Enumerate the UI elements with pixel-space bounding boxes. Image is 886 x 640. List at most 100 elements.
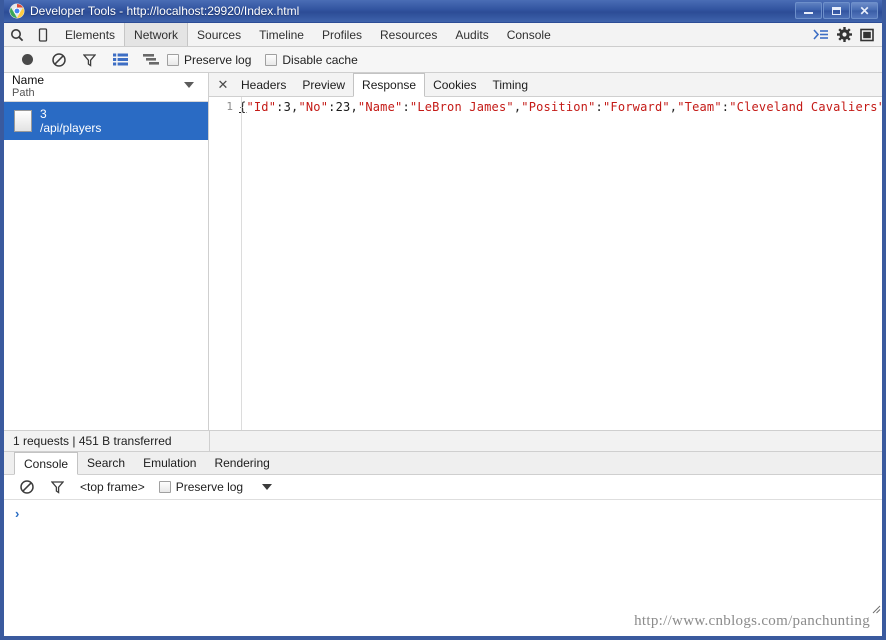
preserve-log-checkbox[interactable] <box>167 53 179 66</box>
close-button[interactable]: ✕ <box>851 2 878 19</box>
search-icon[interactable] <box>4 23 30 46</box>
tab-audits[interactable]: Audits <box>446 23 497 46</box>
disable-cache-checkbox[interactable] <box>265 53 278 66</box>
column-header-path: Path <box>12 87 35 99</box>
json-token: "Position" <box>521 100 596 114</box>
caret-down-icon[interactable] <box>262 484 272 490</box>
console-prompt-row[interactable]: › <box>4 504 882 522</box>
request-list: 3 /api/players <box>4 102 208 430</box>
tab-sources[interactable]: Sources <box>188 23 250 46</box>
tab-label: Timing <box>492 77 529 92</box>
tab-label: Headers <box>241 77 287 92</box>
request-list-header[interactable]: Name Path <box>4 73 208 102</box>
tab-label: Response <box>362 78 417 92</box>
tab-label: Timeline <box>259 27 304 42</box>
tab-label: Profiles <box>321 27 362 42</box>
tab-label: Preview <box>302 77 346 92</box>
tab-network[interactable]: Network <box>124 23 189 46</box>
tab-resources[interactable]: Resources <box>371 23 446 46</box>
json-token: 3 <box>283 100 292 114</box>
console-toolbar: <top frame> Preserve log <box>4 475 882 500</box>
tab-console[interactable]: Console <box>498 23 560 46</box>
tab-cookies[interactable]: Cookies <box>425 73 484 96</box>
json-token: "LeBron James" <box>409 100 514 114</box>
network-toolbar: Preserve log Disable cache <box>4 47 882 73</box>
request-name: 3 <box>40 107 47 121</box>
status-divider <box>209 430 210 452</box>
network-status-wrap: 1 requests | 451 B transferred <box>4 430 882 452</box>
devtools-tab-strip: Elements Network Sources Timeline Profil… <box>4 23 882 47</box>
maximize-button[interactable] <box>823 2 850 19</box>
close-detail-icon[interactable]: ✕ <box>213 73 233 96</box>
response-body-view[interactable]: 1 {"Id":3,"No":23,"Name":"LeBron James",… <box>209 97 882 430</box>
tab-timeline[interactable]: Timeline <box>250 23 313 46</box>
tab-headers[interactable]: Headers <box>233 73 294 96</box>
minimize-button[interactable] <box>795 2 822 19</box>
window-controls: ✕ <box>795 2 878 19</box>
tab-profiles[interactable]: Profiles <box>313 23 371 46</box>
tab-elements[interactable]: Elements <box>56 23 124 46</box>
dock-window-icon[interactable] <box>860 28 874 42</box>
tab-timing[interactable]: Timing <box>484 73 536 96</box>
tab-label: Sources <box>197 27 242 42</box>
tab-label: Cookies <box>433 77 477 92</box>
frame-selector[interactable]: <top frame> <box>80 480 145 494</box>
resize-grip[interactable] <box>871 603 881 614</box>
sort-caret-down-icon[interactable] <box>184 82 194 88</box>
json-token: , <box>350 100 358 114</box>
filter-funnel-icon[interactable] <box>42 480 72 494</box>
device-toggle-icon[interactable] <box>30 23 56 46</box>
tab-preview[interactable]: Preview <box>294 73 353 96</box>
disable-cache-label: Disable cache <box>282 52 358 67</box>
json-token: 23 <box>335 100 351 114</box>
devtools-window: Developer Tools - http://localhost:29920… <box>0 0 886 640</box>
json-token: : <box>328 100 336 114</box>
tab-emulation-drawer[interactable]: Emulation <box>134 452 205 474</box>
console-prompt-icon: › <box>15 505 20 521</box>
tab-label: Network <box>134 27 179 42</box>
watermark-url: http://www.cnblogs.com/panchunting <box>634 613 870 629</box>
json-token: "No" <box>298 100 329 114</box>
console-preserve-log-checkbox[interactable] <box>158 481 171 493</box>
clear-no-entry-icon[interactable] <box>12 480 42 494</box>
tab-label: Emulation <box>143 456 197 470</box>
drawer-toggle-icon[interactable] <box>813 28 829 41</box>
request-path: /api/players <box>40 121 102 135</box>
network-body: Name Path 3 /api/players ✕ Headers Previ… <box>4 73 882 430</box>
tab-label: Rendering <box>214 456 270 470</box>
code-line: 1 {"Id":3,"No":23,"Name":"LeBron James",… <box>209 97 882 114</box>
tab-rendering-drawer[interactable]: Rendering <box>205 452 278 474</box>
json-token: "Name" <box>357 100 403 114</box>
request-detail-panel: ✕ Headers Preview Response Cookies Timin… <box>209 73 882 430</box>
document-file-icon <box>14 110 32 132</box>
tab-label: Console <box>24 456 69 471</box>
devtools-actions <box>813 23 880 46</box>
list-view-icon[interactable] <box>105 48 136 72</box>
gear-icon[interactable] <box>837 27 852 42</box>
preserve-log-label: Preserve log <box>184 52 252 67</box>
close-icon: ✕ <box>859 3 870 18</box>
window-title: Developer Tools - http://localhost:29920… <box>30 4 300 18</box>
network-status-bar: 1 requests | 451 B transferred <box>4 430 882 452</box>
list-item[interactable]: 3 /api/players <box>4 102 208 140</box>
tab-response[interactable]: Response <box>353 73 426 97</box>
drawer-tab-strip: Console Search Emulation Rendering <box>4 452 882 475</box>
clear-no-entry-icon[interactable] <box>43 48 74 72</box>
status-text: 1 requests | 451 B transferred <box>13 434 172 448</box>
record-circle-icon[interactable] <box>12 48 43 72</box>
tab-console-drawer[interactable]: Console <box>14 452 79 475</box>
detail-tab-strip: ✕ Headers Preview Response Cookies Timin… <box>209 73 882 97</box>
filter-funnel-icon[interactable] <box>74 48 105 72</box>
column-header-name: Name <box>12 73 45 87</box>
gutter-divider <box>241 97 242 430</box>
json-token: : <box>595 100 603 114</box>
console-output[interactable]: › <box>4 500 882 614</box>
tab-label: Audits <box>455 27 489 42</box>
waterfall-view-icon[interactable] <box>136 48 167 72</box>
tab-label: Elements <box>65 27 116 42</box>
chrome-logo-icon <box>9 3 25 19</box>
json-token: : <box>276 100 284 114</box>
tab-search-drawer[interactable]: Search <box>78 452 134 474</box>
json-token: "Team" <box>677 100 722 114</box>
title-bar: Developer Tools - http://localhost:29920… <box>4 0 882 23</box>
